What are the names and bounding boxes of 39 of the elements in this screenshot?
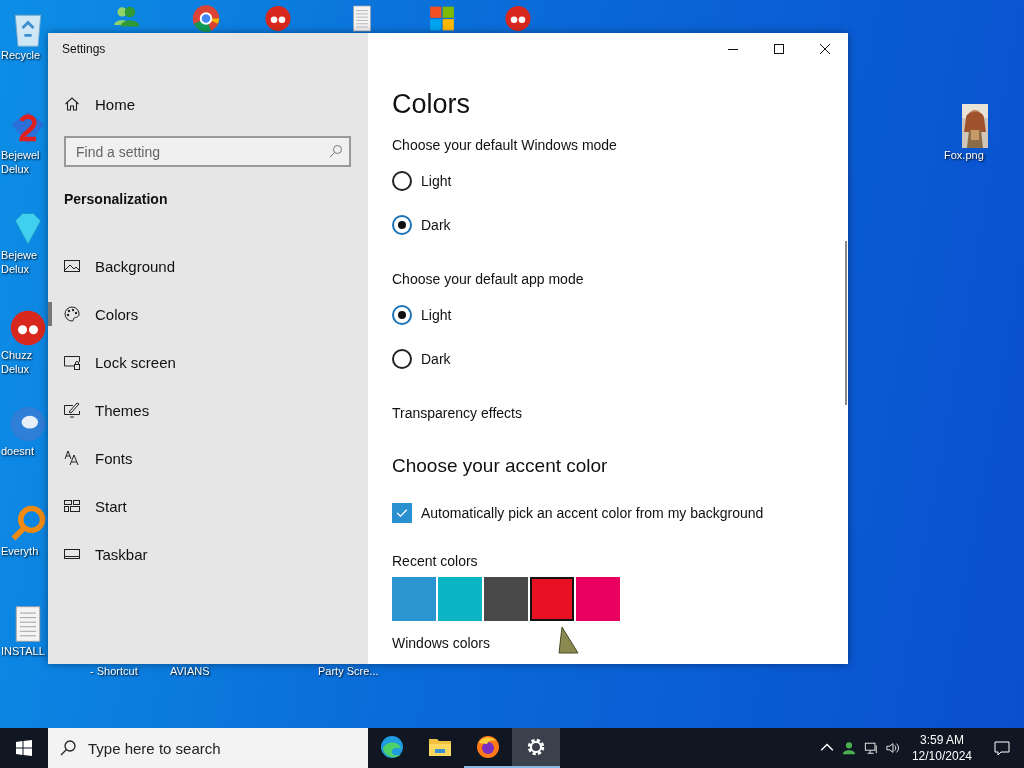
nav-item[interactable]: Taskbar xyxy=(48,530,368,578)
desktop-icon-label[interactable]: - Shortcut xyxy=(90,664,138,678)
window-title: Settings xyxy=(62,42,106,56)
radio-button[interactable]: Dark xyxy=(392,203,451,247)
search-field[interactable]: Find a setting xyxy=(64,136,351,167)
desktop-icon-label[interactable]: Fox.png xyxy=(944,148,984,162)
radio-button[interactable]: Light xyxy=(392,293,452,337)
nav-item[interactable]: Colors xyxy=(48,290,368,338)
nav-item[interactable]: Fonts xyxy=(48,434,368,482)
checkbox[interactable]: Automatically pick an accent color from my background xyxy=(392,503,764,523)
setting-label: Transparency effects xyxy=(392,405,522,421)
setting-label: Recent colors xyxy=(392,553,478,569)
desktop-icon-label[interactable]: AVIANS xyxy=(170,664,210,678)
nav-item[interactable]: Themes xyxy=(48,386,368,434)
section-heading: Choose your accent color xyxy=(392,455,609,477)
section-heading: Personalization xyxy=(63,190,169,209)
clock[interactable]: 3:59 AM 12/10/2024 xyxy=(907,732,976,764)
desktop-icon-label[interactable]: Bejewe xyxy=(1,248,38,262)
desktop-icon-label[interactable]: Bejewel xyxy=(1,148,40,162)
desktop-icon-label[interactable]: Party Scre... xyxy=(318,664,379,678)
desktop-icon-label[interactable]: INSTALL xyxy=(1,644,45,658)
desktop-icon-label[interactable]: Delux xyxy=(1,262,30,276)
desktop-icon-label[interactable]: Delux xyxy=(1,362,30,376)
desktop-icon-label[interactable]: Everyth xyxy=(1,544,39,558)
desktop-icon-label[interactable]: doesnt xyxy=(1,444,35,458)
radio-button[interactable]: Dark xyxy=(392,337,451,381)
nav-item[interactable]: Lock screen xyxy=(48,338,368,386)
radio-button[interactable]: Light xyxy=(392,159,452,203)
home-link[interactable]: Home xyxy=(48,82,368,126)
setting-label: Windows colors xyxy=(392,635,491,651)
setting-label: Choose your default app mode xyxy=(392,271,584,287)
nav-item[interactable]: Start xyxy=(48,482,368,530)
setting-label: Choose your default Windows mode xyxy=(392,137,617,153)
search-field[interactable]: Type here to search xyxy=(48,728,368,768)
desktop-icon-label[interactable]: Chuzz xyxy=(1,348,33,362)
nav-item[interactable]: Background xyxy=(48,242,368,290)
page-title: Colors xyxy=(392,89,472,121)
desktop-icon-label[interactable]: Recycle xyxy=(1,48,41,62)
desktop-icon-label[interactable]: Delux xyxy=(1,162,30,176)
